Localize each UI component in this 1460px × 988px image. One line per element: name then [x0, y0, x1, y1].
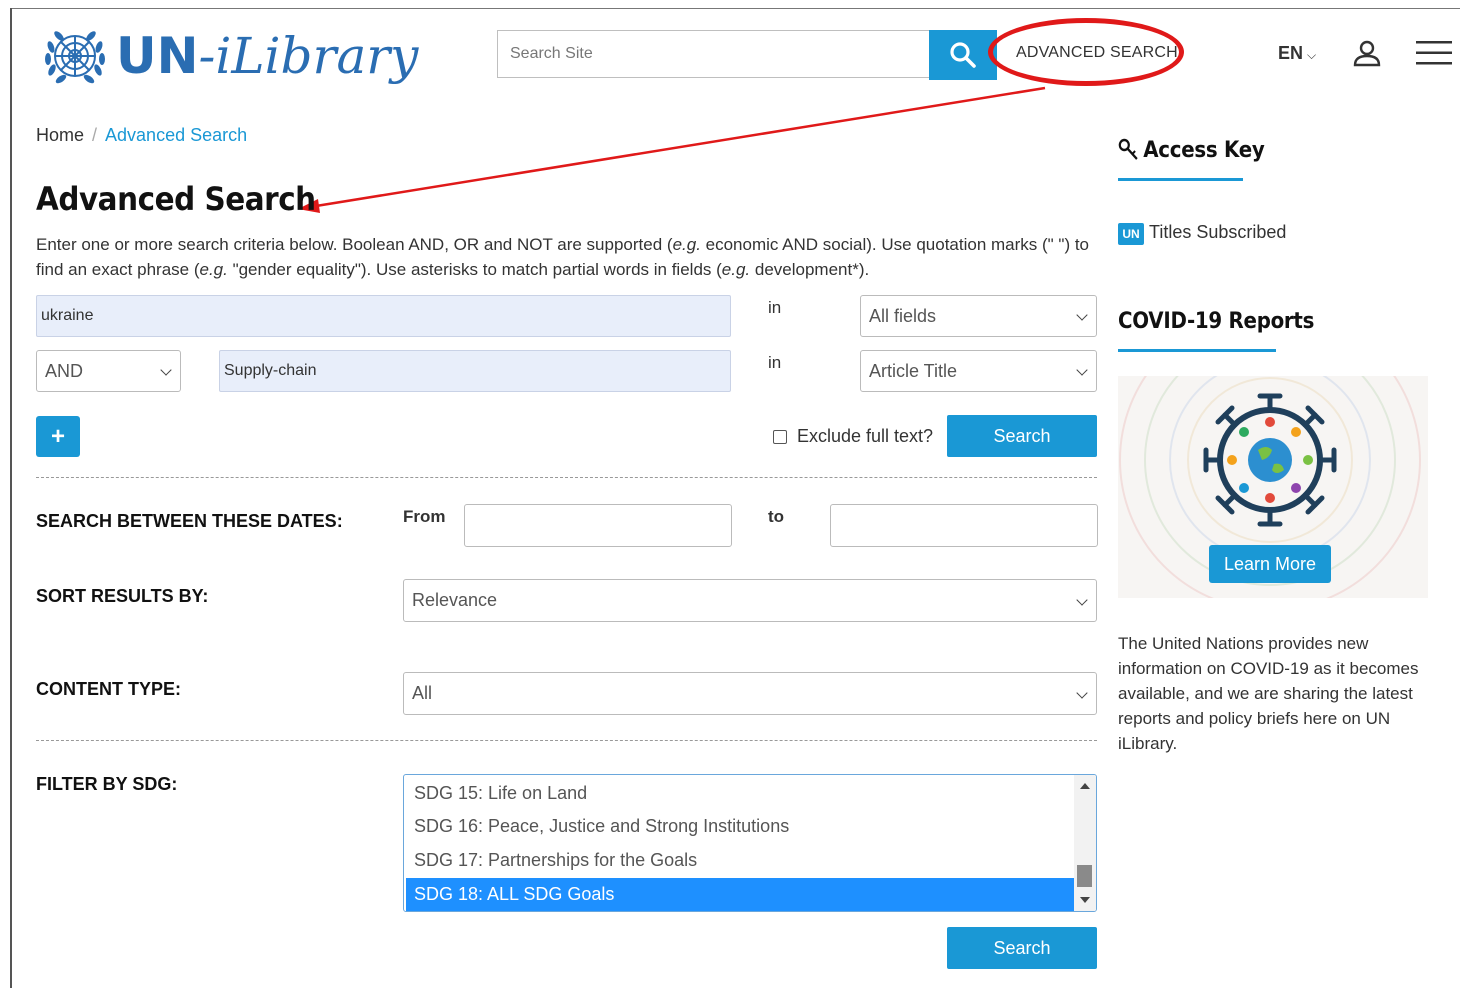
divider [36, 477, 1097, 478]
covid-heading: COVID-19 Reports [1118, 309, 1315, 334]
date-from-label: From [403, 507, 446, 526]
key-icon [1118, 138, 1138, 160]
intro-eg: e.g. [199, 260, 228, 279]
language-selector[interactable]: EN ⌵ [1278, 43, 1316, 64]
date-to-input[interactable] [830, 504, 1098, 547]
sdg-filter-label: FILTER BY SDG: [36, 774, 178, 794]
un-badge: UN [1118, 223, 1144, 245]
divider [36, 740, 1097, 741]
content-type-label: CONTENT TYPE: [36, 679, 182, 699]
date-range-label: SEARCH BETWEEN THESE DATES: [36, 511, 343, 531]
date-to-label: to [768, 507, 785, 526]
in-label-1: in [768, 298, 782, 317]
boolean-operator-value: AND [45, 360, 84, 381]
window-frame-left [10, 8, 12, 988]
chevron-down-icon [1076, 309, 1088, 321]
logo-wordmark: UN-iLibrary [116, 31, 418, 81]
sdg-listbox-scrollbar[interactable] [1074, 775, 1096, 911]
intro-part: "gender equality"). Use asterisks to mat… [227, 260, 722, 279]
site-logo[interactable]: UN-iLibrary [42, 22, 418, 90]
field-select-2-value: Article Title [869, 360, 958, 381]
sort-select[interactable]: Relevance [403, 579, 1097, 622]
intro-part: development*). [750, 260, 870, 279]
language-label: EN [1278, 43, 1304, 63]
hamburger-menu-icon[interactable] [1416, 40, 1452, 66]
search-placeholder: Search Site [510, 45, 593, 62]
user-icon[interactable] [1352, 40, 1382, 68]
sdg-option[interactable]: SDG 15: Life on Land [406, 777, 1074, 810]
search-button[interactable] [929, 30, 997, 80]
breadcrumb-separator: / [92, 125, 98, 145]
logo-dash: - [198, 27, 216, 85]
sort-select-value: Relevance [412, 590, 498, 610]
search-submit-button[interactable]: Search [947, 415, 1097, 457]
boolean-operator-select[interactable]: AND [36, 350, 181, 392]
scrollbar-thumb[interactable] [1077, 865, 1092, 887]
search-term-input-1[interactable]: ukraine [36, 295, 731, 337]
page-title: Advanced Search [36, 180, 316, 218]
un-emblem-icon [45, 31, 105, 84]
access-key-title: Access Key [1143, 138, 1265, 163]
date-from-input[interactable] [464, 504, 732, 547]
exclude-full-text-checkbox[interactable] [773, 429, 787, 444]
intro-eg: e.g. [672, 235, 701, 254]
window-frame-top [10, 8, 1460, 9]
sdg-option[interactable]: SDG 17: Partnerships for the Goals [406, 844, 1074, 877]
access-key-heading: Access Key [1118, 138, 1265, 163]
content-type-select[interactable]: All [403, 672, 1097, 715]
sdg-option[interactable]: SDG 16: Peace, Justice and Strong Instit… [406, 810, 1074, 843]
site-search-input[interactable]: Search Site [497, 30, 929, 78]
field-select-1[interactable]: All fields [860, 295, 1097, 337]
search-term-value-1: ukraine [41, 307, 94, 324]
logo-un: UN [116, 27, 199, 85]
intro-eg: e.g. [721, 260, 751, 279]
intro-part: Enter one or more search criteria below.… [36, 235, 673, 254]
logo-ilibrary: iLibrary [215, 27, 419, 85]
exclude-full-text-label: Exclude full text? [797, 426, 934, 446]
heading-underline [1118, 178, 1243, 181]
chevron-down-icon [1076, 364, 1088, 376]
content-type-select-value: All [412, 683, 433, 703]
scroll-down-icon[interactable] [1080, 897, 1090, 903]
intro-text: Enter one or more search criteria below.… [36, 232, 1096, 282]
sort-label: SORT RESULTS BY: [36, 586, 209, 606]
covid-description: The United Nations provides new informat… [1118, 634, 1419, 753]
field-select-1-value: All fields [869, 305, 937, 326]
search-term-input-2[interactable]: Supply-chain [219, 350, 731, 392]
in-label-2: in [768, 353, 782, 372]
breadcrumb-current[interactable]: Advanced Search [105, 125, 247, 145]
search-icon [950, 42, 976, 68]
sdg-listbox[interactable]: SDG 15: Life on Land SDG 16: Peace, Just… [403, 774, 1097, 912]
scroll-up-icon[interactable] [1080, 783, 1090, 789]
bottom-search-button[interactable]: Search [947, 927, 1097, 969]
chevron-down-icon: ⌵ [1307, 48, 1317, 62]
chevron-down-icon [160, 364, 172, 376]
chevron-down-icon [1076, 686, 1088, 699]
breadcrumb-home[interactable]: Home [36, 125, 84, 145]
add-criteria-button[interactable]: + [36, 416, 80, 457]
search-term-value-2: Supply-chain [224, 362, 317, 379]
chevron-down-icon [1076, 593, 1088, 606]
field-select-2[interactable]: Article Title [860, 350, 1097, 392]
learn-more-button[interactable]: Learn More [1209, 545, 1331, 583]
titles-subscribed: Titles Subscribed [1149, 222, 1287, 242]
breadcrumb: Home / Advanced Search [36, 125, 247, 146]
exclude-full-text-option[interactable]: Exclude full text? [773, 426, 933, 447]
heading-underline [1118, 349, 1276, 352]
sdg-option-selected[interactable]: SDG 18: ALL SDG Goals [406, 878, 1074, 911]
annotation-oval [988, 18, 1184, 86]
